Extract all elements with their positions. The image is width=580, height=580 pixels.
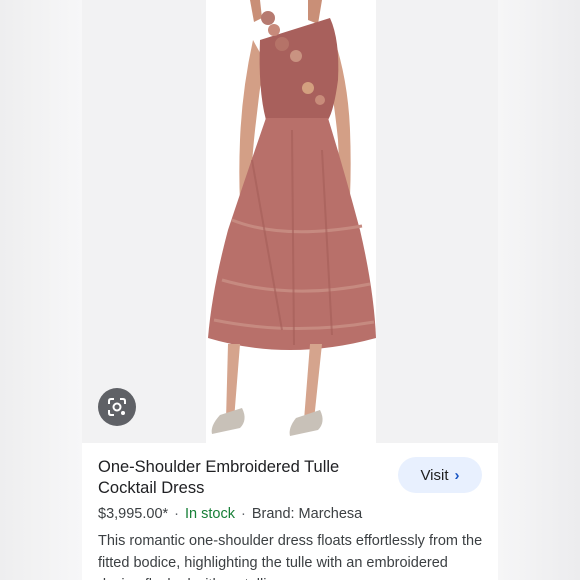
stock-status: In stock [185,506,235,522]
visit-button[interactable]: Visit › [398,457,482,493]
product-title[interactable]: One-Shoulder Embroidered Tulle Cocktail … [98,457,378,499]
chevron-right-icon: › [454,466,460,484]
product-meta: $3,995.00* · In stock · Brand: Marchesa [98,506,362,522]
left-blur-panel [0,0,82,580]
brand: Brand: Marchesa [251,506,363,522]
separator-dot: · [240,506,246,522]
google-lens-button[interactable] [98,388,136,426]
product-photo [208,0,376,436]
right-blur-panel [498,0,580,580]
price: $3,995.00* [98,506,169,522]
google-lens-icon [108,398,126,416]
product-image-card[interactable] [82,0,498,443]
product-description: This romantic one-shoulder dress floats … [98,533,483,580]
separator-dot: · [174,506,179,522]
visit-label: Visit [420,466,449,484]
product-info-card: One-Shoulder Embroidered Tulle Cocktail … [82,443,498,580]
